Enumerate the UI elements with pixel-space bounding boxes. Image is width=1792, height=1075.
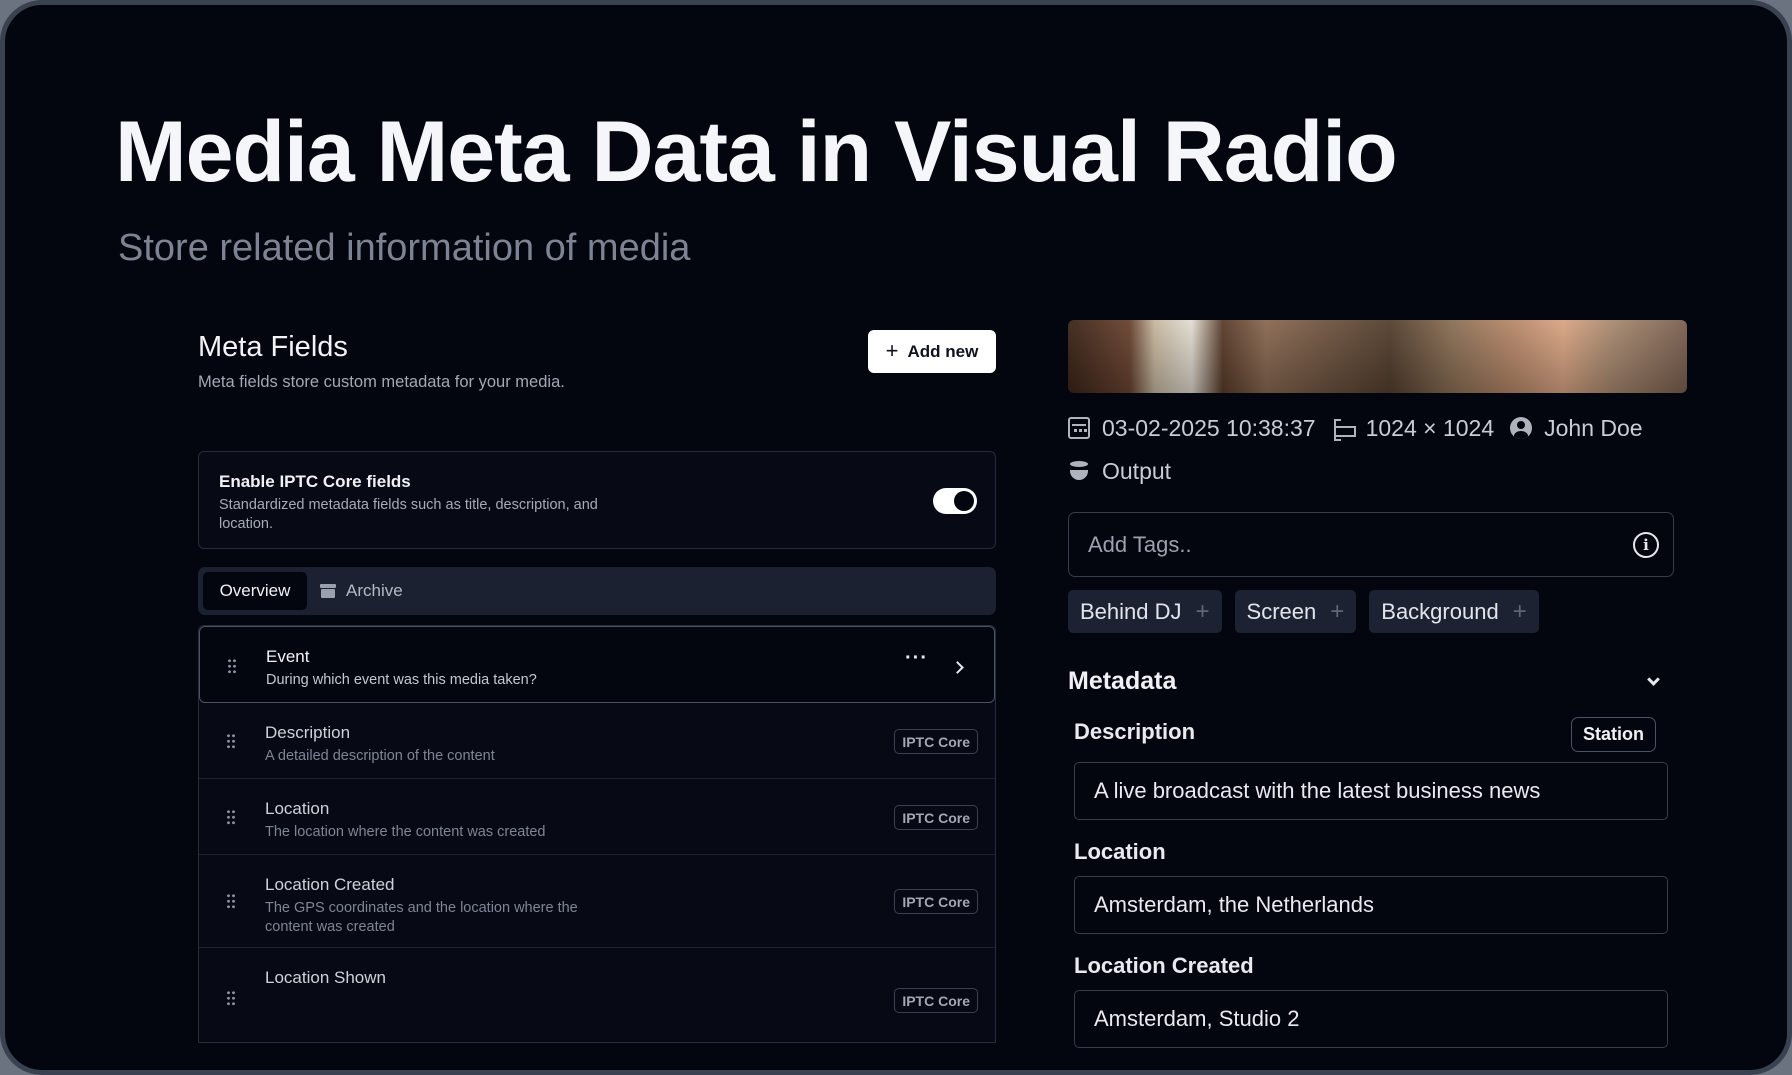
- tab-archive-label: Archive: [346, 581, 403, 600]
- tag-label: Background: [1381, 598, 1499, 624]
- metadata-description-field[interactable]: A live broadcast with the latest busines…: [1074, 762, 1668, 820]
- plus-icon[interactable]: +: [1196, 598, 1210, 626]
- metadata-section-title: Metadata: [1068, 667, 1177, 695]
- field-description: During which event was this media taken?: [266, 672, 537, 688]
- drag-handle-icon[interactable]: [226, 893, 236, 909]
- iptc-core-badge: IPTC Core: [894, 805, 978, 830]
- tag-label: Behind DJ: [1080, 598, 1182, 624]
- meta-fields-description: Meta fields store custom metadata for yo…: [198, 373, 565, 391]
- station-badge[interactable]: Station: [1571, 717, 1656, 752]
- drag-handle-icon[interactable]: [226, 809, 236, 825]
- page-subtitle: Store related information of media: [118, 227, 691, 269]
- field-title: Location Created: [265, 875, 395, 894]
- media-storage-value: Output: [1102, 457, 1172, 484]
- add-new-label: Add new: [907, 341, 979, 361]
- tag-chip[interactable]: Behind DJ +: [1068, 590, 1222, 633]
- field-tabs: Overview Archive: [198, 567, 996, 615]
- iptc-core-title: Enable IPTC Core fields: [219, 472, 411, 491]
- calendar-icon: [1068, 417, 1090, 439]
- plus-icon[interactable]: +: [1513, 598, 1527, 626]
- media-author-value: John Doe: [1544, 414, 1643, 441]
- info-icon[interactable]: i: [1633, 532, 1659, 558]
- media-dimensions: 1024 × 1024: [1332, 414, 1495, 442]
- iptc-core-badge: IPTC Core: [894, 988, 978, 1013]
- tag-label: Screen: [1246, 598, 1317, 624]
- page-title: Media Meta Data in Visual Radio: [115, 104, 1398, 200]
- field-row-event[interactable]: Event During which event was this media …: [199, 626, 995, 703]
- field-row-location-shown[interactable]: Location Shown IPTC Core: [199, 948, 995, 1042]
- plus-icon: +: [885, 337, 899, 363]
- drag-handle-icon[interactable]: [226, 733, 236, 749]
- tab-overview-label: Overview: [219, 581, 291, 600]
- field-title: Location: [265, 799, 330, 818]
- metadata-label-location: Location: [1074, 839, 1166, 864]
- toggle-knob: [954, 491, 974, 511]
- more-options-icon[interactable]: ···: [905, 648, 928, 668]
- tab-archive[interactable]: Archive: [320, 572, 403, 610]
- meta-fields-title: Meta Fields: [198, 331, 348, 363]
- field-description: The GPS coordinates and the location whe…: [265, 900, 578, 935]
- media-info-row: 03-02-2025 10:38:37 1024 × 1024 John Doe: [1068, 413, 1659, 443]
- iptc-core-badge: IPTC Core: [894, 729, 978, 754]
- add-new-button[interactable]: + Add new: [868, 330, 996, 373]
- tags-input-container: i: [1068, 512, 1674, 577]
- tab-overview[interactable]: Overview: [203, 572, 307, 610]
- iptc-core-toggle[interactable]: [933, 488, 977, 514]
- archive-icon: [320, 584, 336, 598]
- field-list: Event During which event was this media …: [198, 625, 996, 1043]
- media-preview-image: [1068, 320, 1687, 393]
- metadata-location-created-field[interactable]: Amsterdam, Studio 2: [1074, 990, 1668, 1048]
- field-description: The location where the content was creat…: [265, 824, 546, 840]
- metadata-label-location-created: Location Created: [1074, 953, 1254, 978]
- chevron-right-icon[interactable]: [951, 661, 964, 674]
- iptc-core-card: Enable IPTC Core fields Standardized met…: [198, 451, 996, 549]
- media-date: 03-02-2025 10:38:37: [1068, 415, 1316, 442]
- tag-list: Behind DJ + Screen + Background +: [1068, 590, 1539, 633]
- tag-chip[interactable]: Background +: [1369, 590, 1539, 633]
- media-dimensions-value: 1024 × 1024: [1365, 414, 1495, 441]
- field-row-location-created[interactable]: Location Created The GPS coordinates and…: [199, 855, 995, 948]
- user-icon: [1510, 417, 1533, 439]
- field-title: Location Shown: [265, 968, 386, 987]
- plus-icon[interactable]: +: [1330, 598, 1344, 626]
- add-tags-input[interactable]: [1069, 513, 1609, 576]
- media-author: John Doe: [1510, 414, 1643, 442]
- field-title: Event: [266, 647, 310, 666]
- tag-chip[interactable]: Screen +: [1234, 590, 1357, 633]
- metadata-location-field[interactable]: Amsterdam, the Netherlands: [1074, 876, 1668, 934]
- drag-handle-icon[interactable]: [227, 658, 237, 674]
- app-frame: Media Meta Data in Visual Radio Store re…: [0, 0, 1792, 1075]
- drag-handle-icon[interactable]: [226, 990, 236, 1006]
- iptc-core-description: Standardized metadata fields such as tit…: [219, 497, 598, 532]
- media-date-value: 03-02-2025 10:38:37: [1102, 414, 1316, 441]
- field-row-location[interactable]: Location The location where the content …: [199, 779, 995, 855]
- media-storage-row: Output: [1068, 456, 1187, 486]
- chevron-down-icon[interactable]: [1647, 673, 1660, 686]
- field-description: A detailed description of the content: [265, 748, 495, 764]
- field-title: Description: [265, 723, 351, 742]
- ruler-icon: [1332, 417, 1356, 441]
- media-storage: Output: [1068, 458, 1171, 485]
- database-icon: [1068, 460, 1090, 482]
- iptc-core-badge: IPTC Core: [894, 889, 978, 914]
- metadata-label-description: Description: [1074, 719, 1196, 744]
- field-row-description[interactable]: Description A detailed description of th…: [199, 703, 995, 779]
